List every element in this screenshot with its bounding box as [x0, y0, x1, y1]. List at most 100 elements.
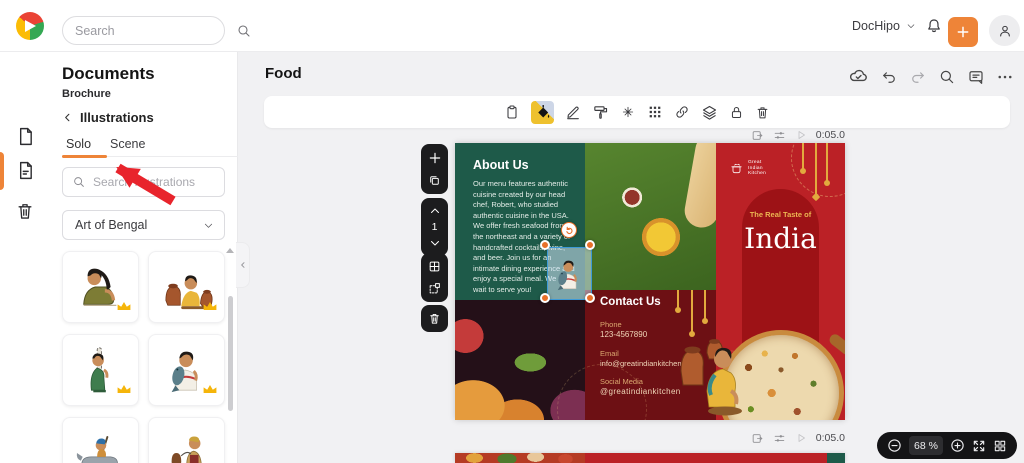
- zoom-in-icon[interactable]: [950, 438, 965, 453]
- fill-color-tool[interactable]: [531, 100, 554, 124]
- timing-settings-icon[interactable]: [773, 432, 786, 445]
- trash-icon: [15, 201, 35, 221]
- cover-title[interactable]: India: [716, 222, 845, 255]
- illustration-search-input[interactable]: [93, 175, 248, 189]
- link-icon[interactable]: [674, 104, 690, 120]
- illustration-thumb-rider-on-bull[interactable]: [62, 417, 139, 463]
- page2-red-segment: [585, 453, 827, 463]
- premium-crown-icon: [116, 382, 132, 400]
- cover-tagline[interactable]: The Real Taste of: [716, 210, 845, 219]
- category-dropdown[interactable]: Art of Bengal: [62, 210, 225, 240]
- rail-item-assets[interactable]: [13, 158, 37, 182]
- contact-email-label[interactable]: Email: [600, 349, 619, 358]
- selection-handle-top-right[interactable]: [585, 240, 595, 250]
- delete-icon[interactable]: [755, 105, 770, 120]
- zoom-out-icon[interactable]: [887, 438, 902, 453]
- clipboard-icon[interactable]: [504, 104, 520, 120]
- play-icon[interactable]: [795, 432, 807, 444]
- resize-canvas-icon[interactable]: [428, 282, 441, 295]
- gold-hanging-decoration: [800, 143, 806, 174]
- grid-layout-icon[interactable]: [428, 260, 441, 273]
- category-value: Art of Bengal: [75, 218, 148, 232]
- illustration-search[interactable]: [62, 167, 248, 197]
- page-add-group: [421, 144, 448, 194]
- selection-handle-bottom-right[interactable]: [585, 293, 595, 303]
- redo-icon[interactable]: [909, 68, 927, 86]
- illustration-thumb-seated-woman[interactable]: [62, 251, 139, 323]
- dochipo-logo[interactable]: [16, 12, 44, 40]
- contact-phone-value[interactable]: 123-4567890: [600, 330, 647, 339]
- notifications-bell[interactable]: [925, 17, 943, 35]
- tab-solo[interactable]: Solo: [66, 137, 91, 151]
- selected-element[interactable]: [547, 247, 592, 300]
- edit-pencil-icon[interactable]: [565, 104, 581, 120]
- add-page-icon[interactable]: [428, 151, 442, 165]
- cloud-saved-icon[interactable]: [848, 66, 869, 87]
- fit-screen-icon[interactable]: [972, 439, 986, 453]
- create-new-button[interactable]: [948, 17, 978, 47]
- chevron-down-icon[interactable]: [429, 237, 441, 249]
- selection-handle-bottom-left[interactable]: [540, 293, 550, 303]
- page1-duration[interactable]: 0:05.0: [816, 129, 845, 141]
- about-title[interactable]: About Us: [473, 158, 529, 172]
- play-icon[interactable]: [795, 129, 807, 141]
- contact-phone-label[interactable]: Phone: [600, 320, 622, 329]
- transition-icon[interactable]: [751, 129, 764, 142]
- duplicate-page-icon[interactable]: [428, 174, 441, 187]
- comment-icon[interactable]: [967, 68, 985, 86]
- contact-social-value[interactable]: @greatindiankitchen: [600, 387, 681, 396]
- illustration-thumb-woman-with-fish[interactable]: [148, 334, 225, 406]
- left-rail: [0, 52, 50, 463]
- panel-scrollbar[interactable]: [228, 296, 233, 411]
- rail-item-trash[interactable]: [13, 199, 37, 223]
- transition-icon[interactable]: [751, 432, 764, 445]
- workspace-switcher[interactable]: DocHipo: [852, 17, 916, 35]
- paint-roller-icon[interactable]: [592, 104, 609, 121]
- tab-scene[interactable]: Scene: [110, 137, 145, 151]
- illustration-thumb-standing-woman[interactable]: [62, 334, 139, 406]
- page2-duration[interactable]: 0:05.0: [816, 432, 845, 444]
- element-toolbar: [264, 96, 1010, 128]
- rail-item-templates[interactable]: [13, 124, 37, 148]
- placed-woman-with-pots-illustration[interactable]: [673, 333, 745, 420]
- rotate-handle[interactable]: [561, 222, 577, 238]
- zoom-value[interactable]: 68 %: [909, 436, 943, 455]
- lock-icon[interactable]: [729, 105, 744, 120]
- more-options-icon[interactable]: [996, 68, 1014, 86]
- logo-line: Kitchen: [748, 171, 767, 177]
- pattern-texture-icon[interactable]: [647, 104, 663, 120]
- gold-hanging-decoration: [702, 290, 708, 324]
- food-photo-thali[interactable]: [585, 143, 716, 290]
- page-navigator-group: 1: [421, 198, 448, 256]
- gold-hanging-decoration: [815, 143, 817, 195]
- effects-sparkle-icon[interactable]: [620, 104, 636, 120]
- canvas-page-2-peek[interactable]: [455, 453, 845, 463]
- undo-icon[interactable]: [880, 68, 898, 86]
- bell-icon: [925, 17, 943, 35]
- panel-collapse-handle[interactable]: [236, 242, 250, 288]
- global-search-input[interactable]: [75, 23, 236, 38]
- panel-subtitle: Brochure: [62, 88, 111, 100]
- back-to-illustrations[interactable]: Illustrations: [62, 110, 154, 125]
- timing-settings-icon[interactable]: [773, 129, 786, 142]
- canvas-page-1[interactable]: About Us Our menu features authentic cui…: [455, 143, 845, 420]
- global-search[interactable]: [62, 16, 250, 45]
- illustration-thumb-man-with-hookah[interactable]: [148, 417, 225, 463]
- user-avatar[interactable]: [989, 15, 1020, 46]
- layers-icon[interactable]: [701, 104, 718, 121]
- pages-overview-icon[interactable]: [993, 439, 1007, 453]
- page2-timeline-row: 0:05.0: [700, 431, 845, 445]
- contact-title[interactable]: Contact Us: [600, 296, 661, 308]
- illustration-thumb-woman-with-pots[interactable]: [148, 251, 225, 323]
- chevron-up-icon[interactable]: [429, 205, 441, 217]
- find-icon[interactable]: [938, 68, 956, 86]
- panel-scroll-arrow[interactable]: [226, 248, 234, 253]
- page2-green-segment: [827, 453, 845, 463]
- trash-icon[interactable]: [428, 312, 441, 325]
- premium-crown-icon: [116, 299, 132, 317]
- premium-crown-icon: [202, 382, 218, 400]
- chevron-left-icon: [62, 112, 73, 123]
- contact-social-label[interactable]: Social Media: [600, 377, 643, 386]
- selection-handle-top-left[interactable]: [540, 240, 550, 250]
- kitchen-logo[interactable]: Great Indian Kitchen: [729, 160, 766, 177]
